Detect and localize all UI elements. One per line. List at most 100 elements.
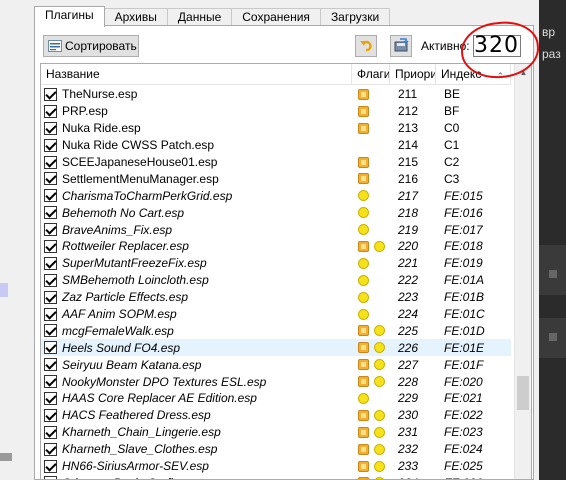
plugin-priority: 232 xyxy=(398,442,419,457)
plugin-enabled-checkbox[interactable] xyxy=(44,307,57,321)
plugin-row[interactable]: PRP.esp 212 BF xyxy=(41,103,511,120)
has-archive-flag-icon xyxy=(358,409,369,421)
plugin-enabled-checkbox[interactable] xyxy=(44,273,57,287)
column-header-flags[interactable]: Флаги xyxy=(352,64,390,85)
tab-saves[interactable]: Сохранения xyxy=(231,8,321,26)
plugin-enabled-checkbox[interactable] xyxy=(44,172,57,186)
plugin-name: Kharneth_Slave_Clothes.esp xyxy=(62,442,218,457)
plugin-row[interactable]: SuperMutantFreezeFix.esp 221 FE:019 xyxy=(41,255,511,272)
plugin-row[interactable]: TheNurse.esp 211 BE xyxy=(41,86,511,103)
plugin-enabled-checkbox[interactable] xyxy=(44,239,57,253)
plugin-name-cell: NookyMonster DPO Textures ESL.esp xyxy=(41,375,352,389)
plugin-enabled-checkbox[interactable] xyxy=(44,391,57,405)
plugin-row[interactable]: Nuka Ride CWSS Patch.esp 214 C1 xyxy=(41,137,511,154)
plugin-enabled-checkbox[interactable] xyxy=(44,223,57,237)
plugin-row[interactable]: SMBehemoth Loincloth.esp 222 FE:01A xyxy=(41,272,511,289)
has-archive-flag-icon xyxy=(358,122,369,134)
sort-button[interactable]: Сортировать xyxy=(43,35,139,57)
background-text-2: раз xyxy=(542,47,561,61)
plugin-name-cell: CharismaToCharmPerkGrid.esp xyxy=(41,189,352,203)
plugin-enabled-checkbox[interactable] xyxy=(44,155,57,169)
plugin-priority: 220 xyxy=(398,239,419,254)
plugin-flags-cell xyxy=(352,325,390,337)
plugin-enabled-checkbox[interactable] xyxy=(44,256,57,270)
plugin-enabled-checkbox[interactable] xyxy=(44,476,57,479)
plugin-row[interactable]: Zaz Particle Effects.esp 223 FE:01B xyxy=(41,289,511,306)
plugin-row[interactable]: Kharneth_Slave_Clothes.esp 232 FE:024 xyxy=(41,441,511,458)
plugin-name-cell: Behemoth No Cart.esp xyxy=(41,206,352,220)
plugin-index: FE:017 xyxy=(444,222,483,237)
plugin-row[interactable]: mcgFemaleWalk.esp 225 FE:01D xyxy=(41,322,511,339)
restore-backup-button[interactable] xyxy=(355,35,377,57)
plugin-priority: 214 xyxy=(398,138,419,153)
has-archive-flag-icon xyxy=(358,325,369,337)
plugin-enabled-checkbox[interactable] xyxy=(44,206,57,220)
plugin-row[interactable]: Rottweiler Replacer.esp 220 FE:018 xyxy=(41,238,511,255)
plugin-enabled-checkbox[interactable] xyxy=(44,138,57,152)
plugin-enabled-checkbox[interactable] xyxy=(44,121,57,135)
plugin-name-cell: SCEEJapaneseHouse01.esp xyxy=(41,155,352,169)
vertical-scrollbar[interactable]: ▲ xyxy=(514,64,531,479)
plugin-enabled-checkbox[interactable] xyxy=(44,459,57,473)
plugin-name: NookyMonster DPO Textures ESL.esp xyxy=(62,374,267,389)
plugin-name: Rottweiler Replacer.esp xyxy=(62,239,189,254)
column-header-priority[interactable]: Приоритет xyxy=(390,64,436,85)
plugin-name: SCEEJapaneseHouse01.esp xyxy=(62,155,218,169)
scrollbar-thumb[interactable] xyxy=(517,376,529,410)
plugin-priority: 231 xyxy=(398,425,419,440)
plugin-name: BraveAnims_Fix.esp xyxy=(62,222,173,237)
plugin-row[interactable]: NookyMonster DPO Textures ESL.esp 228 FE:0… xyxy=(41,373,511,390)
plugin-row[interactable]: Nuka Ride.esp 213 C0 xyxy=(41,120,511,137)
create-backup-button[interactable] xyxy=(390,35,412,57)
plugin-row[interactable]: Heels Sound FO4.esp 226 FE:01E xyxy=(41,339,511,357)
plugin-enabled-checkbox[interactable] xyxy=(44,341,57,355)
plugin-flags-cell xyxy=(352,274,390,286)
plugin-enabled-checkbox[interactable] xyxy=(44,189,57,203)
plugin-row[interactable]: HAAS Core Replacer AE Edition.esp 229 FE:0… xyxy=(41,390,511,407)
plugin-enabled-checkbox[interactable] xyxy=(44,324,57,338)
plugin-row[interactable]: AAF Anim SOPM.esp 224 FE:01C xyxy=(41,306,511,323)
plugin-name-cell: Rottweiler Replacer.esp xyxy=(41,239,352,253)
plugin-row[interactable]: CharismaToCharmPerkGrid.esp 217 FE:015 xyxy=(41,187,511,204)
plugin-flags-cell xyxy=(352,240,390,252)
plugin-row[interactable]: Crimson_Punk_Outfit.esp 234FE:026 xyxy=(41,474,511,479)
plugin-row[interactable]: BraveAnims_Fix.esp 219 FE:017 xyxy=(41,221,511,238)
plugin-priority: 228 xyxy=(398,374,419,389)
plugin-enabled-checkbox[interactable] xyxy=(44,104,57,118)
plugin-index: FE:01F xyxy=(444,357,484,372)
plugin-enabled-checkbox[interactable] xyxy=(44,87,57,101)
tab-archives[interactable]: Архивы xyxy=(103,8,168,26)
plugin-enabled-checkbox[interactable] xyxy=(44,375,57,389)
plugin-flags-cell xyxy=(352,105,390,117)
tab-data[interactable]: Данные xyxy=(166,8,233,26)
light-plugin-flag-icon xyxy=(358,274,369,286)
column-header-name[interactable]: Название xyxy=(41,64,352,85)
plugin-enabled-checkbox[interactable] xyxy=(44,290,57,304)
plugin-list[interactable]: Название Флаги Приоритет Индекс ⌃ TheNurs… xyxy=(40,63,532,480)
plugin-row[interactable]: Seiryuu Beam Katana.esp 227 FE:01F xyxy=(41,356,511,373)
plugin-name-cell: BraveAnims_Fix.esp xyxy=(41,223,352,237)
plugin-flags-cell xyxy=(352,190,390,202)
plugin-index: FE:022 xyxy=(444,408,483,423)
plugin-row[interactable]: HACS Feathered Dress.esp 230 FE:022 xyxy=(41,407,511,424)
plugin-row[interactable]: SettlementMenuManager.esp 216 C3 xyxy=(41,170,511,187)
plugin-name-cell: mcgFemaleWalk.esp xyxy=(41,324,352,338)
plugin-name: Nuka Ride CWSS Patch.esp xyxy=(62,138,215,153)
sort-button-label: Сортировать xyxy=(65,39,137,53)
plugin-enabled-checkbox[interactable] xyxy=(44,425,57,439)
plugin-row[interactable]: Behemoth No Cart.esp 218 FE:016 xyxy=(41,204,511,221)
plugin-row[interactable]: SCEEJapaneseHouse01.esp 215 C2 xyxy=(41,154,511,171)
tab-plugins[interactable]: Плагины xyxy=(34,6,105,27)
plugin-row[interactable]: Kharneth_Chain_Lingerie.esp 231 FE:023 xyxy=(41,424,511,441)
plugin-enabled-checkbox[interactable] xyxy=(44,408,57,422)
tab-downloads[interactable]: Загрузки xyxy=(319,8,391,26)
plugin-row[interactable]: HN66-SiriusArmor-SEV.esp 233 FE:025 xyxy=(41,458,511,475)
plugin-enabled-checkbox[interactable] xyxy=(44,442,57,456)
scroll-up-icon[interactable]: ▲ xyxy=(515,64,531,81)
plugin-name: HN66-SiriusArmor-SEV.esp xyxy=(62,459,209,474)
column-header-index[interactable]: Индекс ⌃ xyxy=(436,64,511,85)
has-archive-flag-icon xyxy=(358,88,369,100)
plugin-enabled-checkbox[interactable] xyxy=(44,358,57,372)
plugin-index: FE:026 xyxy=(436,476,511,479)
active-count-label: Активно: xyxy=(421,39,470,53)
